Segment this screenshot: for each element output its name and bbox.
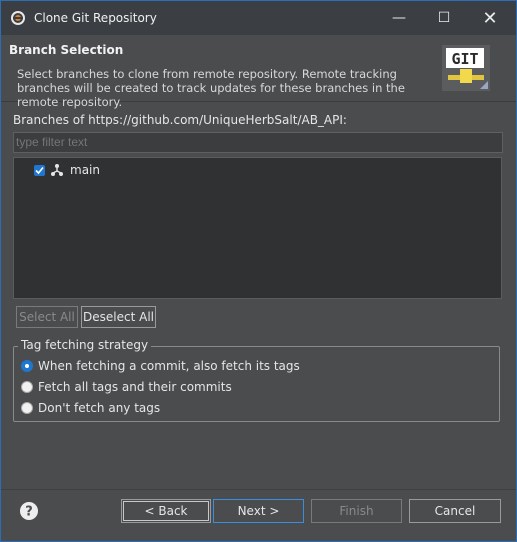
select-all-label: Select All xyxy=(19,310,75,324)
radio-dont-fetch-tags[interactable]: Don't fetch any tags xyxy=(21,401,160,415)
branches-label-text: Branches of https://github.com/UniqueHer… xyxy=(13,113,347,127)
title-bar[interactable]: Clone Git Repository — ☐ ✕ xyxy=(1,1,516,35)
clone-git-repository-dialog: Clone Git Repository — ☐ ✕ Branch Select… xyxy=(0,0,517,542)
finish-label: Finish xyxy=(339,504,374,518)
select-all-button[interactable]: Select All xyxy=(16,306,78,328)
tag-strategy-legend: Tag fetching strategy xyxy=(18,338,152,352)
help-icon[interactable]: ? xyxy=(19,501,39,521)
branch-name: main xyxy=(70,163,100,177)
page-title: Branch Selection xyxy=(9,43,124,57)
back-button[interactable]: < Back xyxy=(121,499,211,523)
radio-checked-icon[interactable] xyxy=(21,360,33,372)
deselect-all-label: Deselect All xyxy=(83,310,154,324)
close-icon: ✕ xyxy=(482,7,498,29)
maximize-icon: ☐ xyxy=(437,10,451,26)
maximize-button[interactable]: ☐ xyxy=(421,1,467,35)
cancel-label: Cancel xyxy=(434,504,476,518)
filter-input[interactable] xyxy=(13,132,503,153)
radio-icon[interactable] xyxy=(21,402,33,414)
footer-separator xyxy=(1,489,516,490)
back-label: < Back xyxy=(144,504,188,518)
branch-tree[interactable]: main xyxy=(13,157,502,299)
git-logo-text: GIT xyxy=(451,50,478,68)
radio-fetch-all-tags[interactable]: Fetch all tags and their commits xyxy=(21,380,232,394)
page-description: Select branches to clone from remote rep… xyxy=(17,67,405,109)
next-label: Next > xyxy=(237,504,280,518)
wizard-header: Branch Selection Select branches to clon… xyxy=(1,35,516,109)
radio-fetch-commit-tags[interactable]: When fetching a commit, also fetch its t… xyxy=(21,359,300,373)
deselect-all-button[interactable]: Deselect All xyxy=(81,306,156,328)
cancel-button[interactable]: Cancel xyxy=(409,499,501,523)
radio-label: Don't fetch any tags xyxy=(38,401,161,415)
finish-button[interactable]: Finish xyxy=(311,499,402,523)
radio-label: Fetch all tags and their commits xyxy=(38,380,232,394)
branch-icon xyxy=(51,164,63,176)
radio-icon[interactable] xyxy=(21,381,33,393)
branch-row-main[interactable]: main xyxy=(34,162,100,178)
radio-label: When fetching a commit, also fetch its t… xyxy=(38,359,300,373)
minimize-icon: — xyxy=(392,10,406,26)
window-title: Clone Git Repository xyxy=(34,11,157,25)
next-button[interactable]: Next > xyxy=(213,499,304,523)
close-button[interactable]: ✕ xyxy=(467,1,513,35)
svg-text:?: ? xyxy=(25,505,33,520)
checkbox-icon[interactable] xyxy=(34,164,45,176)
branches-label: Branches of https://github.com/UniqueHer… xyxy=(13,113,347,127)
eclipse-app-icon xyxy=(11,11,25,25)
git-logo: GIT xyxy=(442,45,490,91)
minimize-button[interactable]: — xyxy=(376,1,422,35)
